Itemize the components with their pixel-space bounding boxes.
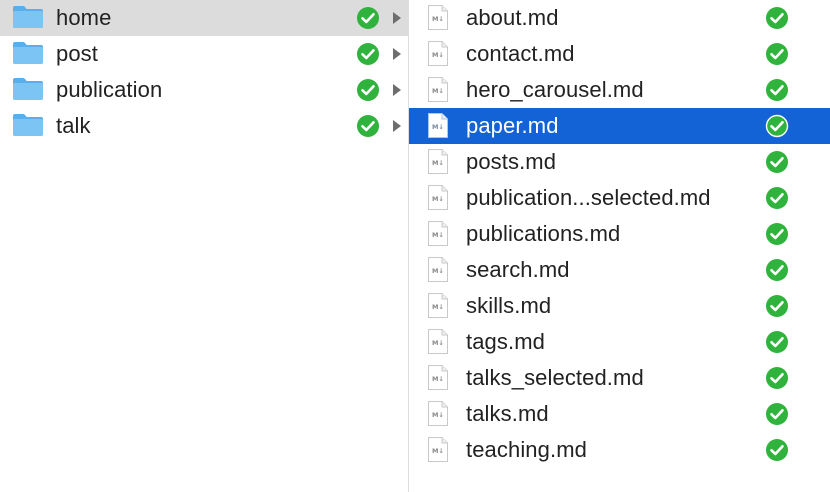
markdown-file-icon: M↓ <box>428 221 448 246</box>
folder-name: post <box>56 41 98 66</box>
file-name: hero_carousel.md <box>466 77 644 102</box>
chevron-right-icon <box>393 120 401 132</box>
synced-check-icon <box>357 115 379 137</box>
file-row[interactable]: M↓ publications.md <box>409 216 830 252</box>
markdown-badge: M↓ <box>432 267 444 275</box>
file-row[interactable]: M↓ talks_selected.md <box>409 360 830 396</box>
file-row[interactable]: M↓ skills.md <box>409 288 830 324</box>
file-row[interactable]: M↓ search.md <box>409 252 830 288</box>
markdown-badge: M↓ <box>432 123 444 131</box>
markdown-file-icon: M↓ <box>428 5 448 30</box>
markdown-badge: M↓ <box>432 375 444 383</box>
synced-check-icon <box>766 403 788 425</box>
chevron-right-icon <box>393 12 401 24</box>
folder-icon <box>13 42 43 64</box>
chevron-right-icon <box>393 84 401 96</box>
markdown-badge: M↓ <box>432 159 444 167</box>
file-row[interactable]: M↓ contact.md <box>409 36 830 72</box>
markdown-badge: M↓ <box>432 231 444 239</box>
synced-check-icon <box>766 259 788 281</box>
markdown-file-icon: M↓ <box>428 401 448 426</box>
file-name: about.md <box>466 5 559 30</box>
file-name: contact.md <box>466 41 575 66</box>
file-name: talks.md <box>466 401 549 426</box>
markdown-badge: M↓ <box>432 411 444 419</box>
file-row[interactable]: M↓ about.md <box>409 0 830 36</box>
markdown-badge: M↓ <box>432 15 444 23</box>
file-row[interactable]: M↓ posts.md <box>409 144 830 180</box>
markdown-file-icon: M↓ <box>428 41 448 66</box>
folder-icon <box>13 114 43 136</box>
finder-column-browser: home post publication talk M↓ about.md M… <box>0 0 830 492</box>
markdown-file-icon: M↓ <box>428 293 448 318</box>
folder-icon <box>13 6 43 28</box>
folder-name: talk <box>56 113 91 138</box>
file-row[interactable]: M↓ teaching.md <box>409 432 830 468</box>
synced-check-icon <box>357 7 379 29</box>
synced-check-icon <box>766 331 788 353</box>
markdown-file-icon: M↓ <box>428 257 448 282</box>
synced-check-icon <box>766 187 788 209</box>
file-row[interactable]: M↓ hero_carousel.md <box>409 72 830 108</box>
file-name: skills.md <box>466 293 552 318</box>
markdown-badge: M↓ <box>432 51 444 59</box>
synced-check-icon <box>357 43 379 65</box>
synced-check-icon <box>766 43 788 65</box>
synced-check-icon <box>766 439 788 461</box>
markdown-file-icon: M↓ <box>428 113 448 138</box>
markdown-file-icon: M↓ <box>428 365 448 390</box>
file-name: teaching.md <box>466 437 587 462</box>
file-name: publications.md <box>466 221 621 246</box>
markdown-badge: M↓ <box>432 303 444 311</box>
file-name: search.md <box>466 257 570 282</box>
folder-column[interactable]: home post publication talk <box>0 0 409 492</box>
folder-row-talk[interactable]: talk <box>0 108 408 144</box>
folder-row-home[interactable]: home <box>0 0 408 36</box>
markdown-badge: M↓ <box>432 447 444 455</box>
synced-check-icon <box>766 295 788 317</box>
markdown-badge: M↓ <box>432 195 444 203</box>
synced-check-icon <box>357 79 379 101</box>
synced-check-icon <box>766 79 788 101</box>
markdown-file-icon: M↓ <box>428 149 448 174</box>
file-name: tags.md <box>466 329 545 354</box>
folder-row-publication[interactable]: publication <box>0 72 408 108</box>
file-row[interactable]: M↓ tags.md <box>409 324 830 360</box>
file-name: paper.md <box>466 113 559 138</box>
markdown-file-icon: M↓ <box>428 329 448 354</box>
synced-check-icon <box>766 7 788 29</box>
markdown-file-icon: M↓ <box>428 437 448 462</box>
file-column[interactable]: M↓ about.md M↓ contact.md M↓ hero_carousel.md… <box>409 0 830 492</box>
file-row[interactable]: M↓ publication...selected.md <box>409 180 830 216</box>
folder-icon <box>13 78 43 100</box>
markdown-badge: M↓ <box>432 339 444 347</box>
markdown-file-icon: M↓ <box>428 185 448 210</box>
folder-row-post[interactable]: post <box>0 36 408 72</box>
synced-check-icon <box>765 114 789 138</box>
file-row[interactable]: M↓ talks.md <box>409 396 830 432</box>
markdown-badge: M↓ <box>432 87 444 95</box>
file-name: talks_selected.md <box>466 365 644 390</box>
synced-check-icon <box>766 367 788 389</box>
file-name: posts.md <box>466 149 557 174</box>
markdown-file-icon: M↓ <box>428 77 448 102</box>
file-name: publication...selected.md <box>466 185 711 210</box>
file-row[interactable]: M↓ paper.md <box>409 108 830 144</box>
synced-check-icon <box>766 151 788 173</box>
folder-name: home <box>56 5 112 30</box>
chevron-right-icon <box>393 48 401 60</box>
synced-check-icon <box>766 223 788 245</box>
folder-name: publication <box>56 77 163 102</box>
